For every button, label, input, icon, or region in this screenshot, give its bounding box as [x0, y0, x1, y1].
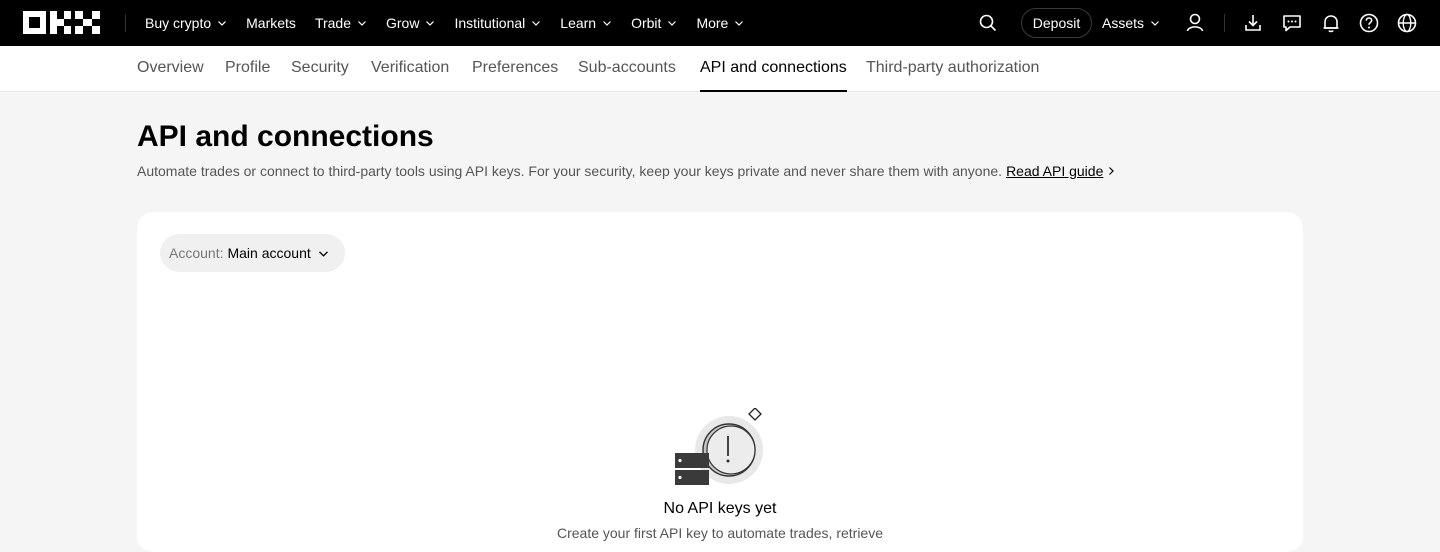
chevron-down-icon [1151, 21, 1159, 26]
main-nav: Buy crypto Markets Trade Grow Institutio… [145, 0, 763, 46]
chevron-right-icon [1109, 167, 1115, 175]
nav-trade[interactable]: Trade [315, 15, 367, 31]
tab-profile[interactable]: Profile [225, 46, 270, 92]
assets-label: Assets [1102, 15, 1145, 31]
account-subnav: Overview Profile Security Verification P… [0, 46, 1440, 92]
search-icon[interactable] [978, 13, 998, 33]
subtitle-text: Automate trades or connect to third-part… [137, 163, 1003, 179]
account-label: Account: [169, 245, 224, 261]
nav-buy-crypto[interactable]: Buy crypto [145, 15, 227, 31]
chat-icon[interactable] [1281, 12, 1303, 34]
tab-api-and-connections[interactable]: API and connections [700, 46, 847, 92]
top-navbar: Buy crypto Markets Trade Grow Institutio… [0, 0, 1440, 46]
nav-learn[interactable]: Learn [560, 15, 612, 31]
page-title: API and connections [137, 120, 434, 153]
chevron-down-icon [668, 21, 677, 26]
empty-state-description: Create your first API key to automate tr… [556, 525, 884, 541]
help-icon[interactable] [1358, 12, 1380, 34]
nav-markets[interactable]: Markets [246, 15, 296, 31]
nav-more[interactable]: More [696, 15, 744, 31]
nav-institutional[interactable]: Institutional [454, 15, 541, 31]
globe-icon[interactable] [1396, 12, 1418, 34]
bell-icon[interactable] [1320, 12, 1342, 34]
nav-orbit[interactable]: Orbit [631, 15, 677, 31]
page-subtitle: Automate trades or connect to third-part… [137, 163, 1116, 179]
toolbar-divider [1224, 14, 1225, 32]
empty-state-illustration [675, 408, 763, 485]
tab-sub-accounts[interactable]: Sub-accounts [578, 46, 676, 92]
chevron-down-icon [603, 21, 612, 26]
read-api-guide-link[interactable]: Read API guide [1006, 163, 1103, 179]
chevron-down-icon [426, 21, 435, 26]
logo-divider [125, 14, 126, 32]
account-value: Main account [227, 245, 311, 261]
chevron-down-icon [358, 21, 366, 26]
tab-preferences[interactable]: Preferences [472, 46, 558, 92]
user-icon[interactable] [1184, 12, 1206, 34]
nav-label: Markets [246, 15, 296, 31]
assets-menu[interactable]: Assets [1102, 0, 1160, 46]
empty-state-title: No API keys yet [663, 500, 777, 517]
chevron-down-icon [532, 21, 541, 26]
tab-overview[interactable]: Overview [137, 46, 204, 92]
nav-label: Grow [386, 15, 420, 31]
nav-label: Institutional [454, 15, 526, 31]
chevron-down-icon [218, 21, 227, 26]
api-keys-card: Account: Main account No API keys yet Cr… [137, 212, 1303, 552]
nav-label: Learn [560, 15, 597, 31]
tab-third-party-authorization[interactable]: Third-party authorization [866, 46, 1039, 92]
chevron-down-icon [319, 251, 328, 257]
download-icon[interactable] [1242, 12, 1264, 34]
okx-logo[interactable] [23, 11, 100, 34]
nav-grow[interactable]: Grow [386, 15, 435, 31]
tab-verification[interactable]: Verification [371, 46, 449, 92]
chevron-down-icon [735, 21, 744, 26]
nav-label: More [696, 15, 729, 31]
deposit-button[interactable]: Deposit [1021, 8, 1092, 38]
tab-security[interactable]: Security [291, 46, 349, 92]
nav-label: Orbit [631, 15, 662, 31]
account-selector[interactable]: Account: Main account [160, 234, 345, 272]
nav-label: Trade [314, 15, 351, 31]
nav-label: Buy crypto [145, 15, 212, 31]
